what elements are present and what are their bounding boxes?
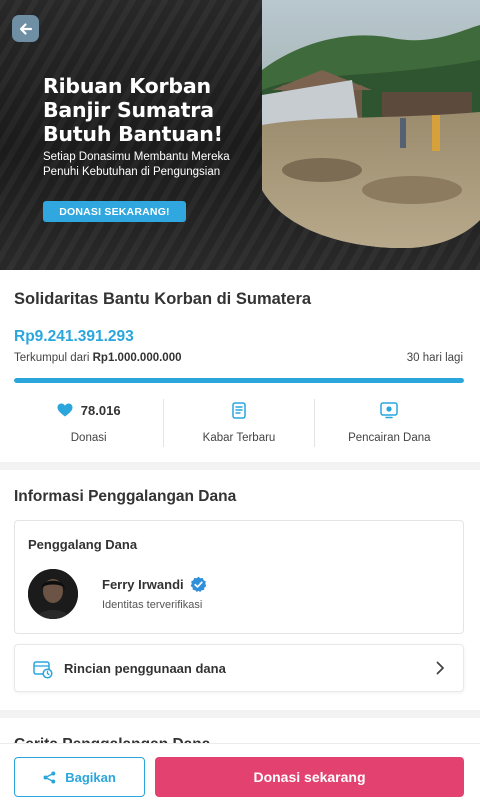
- target-prefix: Terkumpul dari: [14, 352, 93, 364]
- fund-usage-label: Rincian penggunaan dana: [64, 661, 226, 676]
- bottom-action-bar: Bagikan Donasi sekarang: [0, 743, 480, 811]
- banner-headline: Ribuan Korban Banjir Sumatra Butuh Bantu…: [43, 74, 223, 146]
- fundraiser-name: Ferry Irwandi: [102, 577, 184, 592]
- donate-button[interactable]: Donasi sekarang: [155, 757, 464, 797]
- money-icon: [380, 401, 399, 418]
- chevron-right-icon: [436, 661, 444, 675]
- fundraiser-name-row: Ferry Irwandi: [102, 576, 207, 593]
- stat-donations[interactable]: 78.016 Donasi: [14, 399, 163, 447]
- days-left: 30 hari lagi: [406, 352, 463, 364]
- fundraiser-card[interactable]: Penggalang Dana Ferry Irwandi Identitas …: [14, 520, 464, 634]
- target-amount: Rp1.000.000.000: [92, 352, 182, 364]
- banner-subhead: Setiap Donasimu Membantu Mereka Penuhi K…: [43, 151, 230, 178]
- progress-bar: [14, 378, 464, 383]
- campaign-summary: Solidaritas Bantu Korban di Sumatera Rp9…: [0, 270, 480, 462]
- avatar-portrait: [28, 569, 78, 619]
- share-button[interactable]: Bagikan: [14, 757, 145, 797]
- arrow-left-icon: [19, 22, 32, 35]
- heart-icon: [57, 403, 73, 417]
- donations-count: 78.016: [80, 402, 121, 418]
- stat-withdrawal[interactable]: Pencairan Dana: [313, 399, 464, 447]
- withdrawal-label: Pencairan Dana: [348, 432, 431, 444]
- campaign-title: Solidaritas Bantu Korban di Sumatera: [14, 290, 312, 308]
- stats-row: 78.016 Donasi Kabar Terbaru Pencairan Da…: [14, 399, 464, 447]
- flood-photo: [262, 0, 480, 248]
- amount-raised: Rp9.241.391.293: [14, 328, 134, 345]
- back-button[interactable]: [12, 15, 39, 42]
- banner-donate-button[interactable]: DONASI SEKARANG!: [43, 201, 186, 222]
- stat-updates[interactable]: Kabar Terbaru: [163, 399, 313, 447]
- fundraising-info: Informasi Penggalangan Dana Penggalang D…: [0, 470, 480, 710]
- updates-label: Kabar Terbaru: [202, 432, 276, 444]
- share-label: Bagikan: [65, 769, 116, 785]
- fundraiser-label: Penggalang Dana: [28, 537, 138, 552]
- donations-label: Donasi: [70, 432, 107, 444]
- share-icon: [43, 771, 56, 783]
- avatar: [28, 569, 78, 619]
- verified-badge-icon: [190, 576, 206, 592]
- info-title: Informasi Penggalangan Dana: [14, 488, 237, 505]
- target-text: Terkumpul dari Rp1.000.000.000: [14, 352, 182, 364]
- news-icon: [232, 401, 246, 419]
- fundraiser-status: Identitas terverifikasi: [102, 599, 203, 611]
- campaign-banner: Ribuan Korban Banjir Sumatra Butuh Bantu…: [0, 0, 480, 270]
- fund-usage-details-button[interactable]: Rincian penggunaan dana: [14, 644, 464, 692]
- progress-fill: [14, 378, 464, 383]
- wallet-clock-icon: [33, 661, 53, 679]
